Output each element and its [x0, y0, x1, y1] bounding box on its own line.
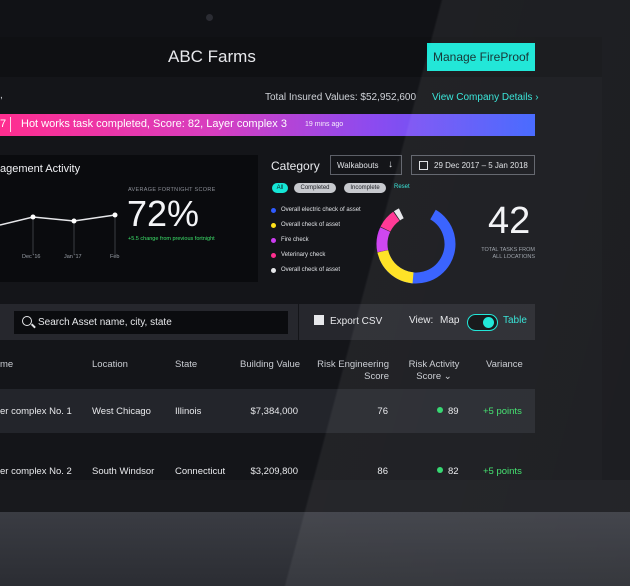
chevron-right-icon: › — [535, 92, 539, 103]
cell-variance: +5 points — [483, 466, 522, 477]
tick-label: Feb — [110, 254, 120, 260]
risk-activity-value: 89 — [448, 406, 459, 417]
filter-incomplete[interactable]: Incomplete — [344, 183, 386, 193]
legend-item: Fire check — [271, 237, 309, 244]
cell-state: Illinois — [175, 406, 202, 417]
status-dot — [437, 407, 443, 413]
legend-item: Veterinary check — [271, 252, 325, 259]
export-csv-button[interactable]: Export CSV — [314, 315, 382, 327]
chevron-down-icon: ⌄ — [443, 371, 452, 382]
legend-label: Veterinary check — [281, 252, 326, 258]
table-view-option[interactable]: Table — [503, 315, 527, 326]
legend-dot — [271, 222, 276, 228]
column-header-risk-activity[interactable]: Risk Activity Score ⌄ — [404, 359, 464, 383]
desk-surface — [0, 512, 630, 586]
map-table-toggle[interactable] — [467, 314, 498, 331]
risk-activity-label: Risk Activity Score — [408, 359, 460, 382]
device-scene: ABC Farms Manage FireProof , Total Insur… — [0, 0, 630, 586]
donut-segment-purple — [376, 204, 456, 284]
save-icon — [314, 315, 324, 325]
category-dropdown[interactable]: Walkabouts ↓ — [330, 155, 402, 175]
cell-name: er complex No. 1 — [0, 406, 72, 417]
engagement-activity-card: agement Activity AVERAGE FORTNIGHT SCORE… — [0, 155, 258, 282]
legend-dot — [271, 267, 276, 273]
risk-activity-value: 82 — [448, 466, 459, 477]
column-header-risk-engineering[interactable]: Risk Engineering Score — [315, 359, 389, 383]
toolbar-divider — [298, 304, 299, 340]
cell-state: Connecticut — [175, 466, 226, 477]
legend-item: Overall check of asset — [271, 222, 340, 229]
legend-label: Fire check — [281, 237, 309, 243]
export-csv-label: Export CSV — [330, 316, 383, 327]
search-icon — [22, 316, 32, 326]
legend-item: Overall electric check of asset — [271, 207, 361, 214]
filter-all[interactable]: All — [272, 183, 288, 193]
legend-label: Overall electric check of asset — [281, 207, 361, 213]
reset-filters-link[interactable]: Reset — [394, 184, 410, 190]
banner-time: 19 mins ago — [305, 121, 344, 128]
top-bar: ABC Farms Manage FireProof — [0, 37, 602, 77]
toggle-knob — [483, 317, 494, 328]
legend-item: Overall check of asset — [271, 267, 340, 274]
category-heading: Category — [271, 159, 320, 173]
total-tasks-label: TOTAL TASKS FROM ALL LOCATIONS — [481, 247, 535, 260]
cell-name: er complex No. 2 — [0, 466, 72, 477]
column-header-location[interactable]: Location — [92, 359, 128, 371]
column-header-state[interactable]: State — [175, 359, 197, 371]
search-placeholder: Search Asset name, city, state — [38, 317, 172, 328]
table-row[interactable]: er complex No. 2 South Windsor Connectic… — [0, 449, 535, 484]
table-toolbar: Search Asset name, city, state Export CS… — [0, 304, 535, 340]
view-company-details-label: View Company Details — [432, 92, 533, 103]
chart-point — [71, 218, 77, 224]
notification-banner[interactable]: 7 Hot works task completed, Score: 82, L… — [0, 114, 535, 136]
cell-risk-engineering: 76 — [377, 406, 388, 417]
cell-risk-activity: 89 — [437, 406, 459, 417]
category-dropdown-value: Walkabouts — [337, 161, 379, 170]
manage-fireproof-button[interactable]: Manage FireProof — [427, 43, 535, 71]
engagement-line — [0, 214, 116, 226]
cell-location: South Windsor — [92, 466, 155, 477]
legend-dot — [271, 207, 276, 213]
cell-building-value: $3,209,800 — [250, 466, 298, 477]
camera-icon — [206, 14, 213, 21]
legend-dot — [271, 252, 276, 258]
date-range-picker[interactable]: 29 Dec 2017 – 5 Jan 2018 — [411, 155, 535, 175]
legend-dot — [271, 237, 276, 243]
app-title: ABC Farms — [168, 47, 256, 66]
tick-label: Jan '17 — [64, 254, 82, 260]
column-header-variance[interactable]: Variance — [486, 359, 523, 371]
map-view-option[interactable]: Map — [440, 315, 459, 326]
chart-point — [112, 212, 118, 218]
total-insured-values: Total Insured Values: $52,952,600 — [265, 92, 417, 103]
chart-point — [30, 214, 36, 220]
banner-message: Hot works task completed, Score: 82, Lay… — [21, 118, 287, 130]
column-header-name[interactable]: me — [0, 359, 13, 371]
view-company-details-link[interactable]: View Company Details › — [432, 92, 539, 103]
score-change: +5.5 change from previous fortnight — [128, 236, 215, 242]
cell-variance: +5 points — [483, 406, 522, 417]
cell-location: West Chicago — [92, 406, 151, 417]
arrow-down-icon: ↓ — [388, 159, 393, 170]
legend-label: Overall check of asset — [281, 222, 341, 228]
table-row[interactable]: er complex No. 1 West Chicago Illinois $… — [0, 389, 535, 433]
total-tasks-value: 42 — [488, 200, 531, 242]
date-range-value: 29 Dec 2017 – 5 Jan 2018 — [434, 161, 528, 170]
banner-number: 7 — [0, 118, 7, 130]
category-donut-chart — [376, 204, 456, 284]
calendar-icon — [419, 161, 428, 170]
filter-completed[interactable]: Completed — [294, 183, 336, 193]
cell-building-value: $7,384,000 — [250, 406, 298, 417]
status-dot — [437, 467, 443, 473]
view-label: View: — [409, 315, 434, 326]
average-score-value: 72% — [127, 193, 200, 234]
legend-label: Overall check of asset — [281, 267, 341, 273]
banner-divider — [10, 117, 11, 132]
column-header-building-value[interactable]: Building Value — [240, 359, 300, 371]
cell-risk-activity: 82 — [437, 466, 459, 477]
search-input[interactable]: Search Asset name, city, state — [14, 311, 288, 334]
tick-label: Dec '16 — [22, 254, 41, 260]
cell-risk-engineering: 86 — [377, 466, 388, 477]
monitor-chin — [0, 480, 630, 512]
greeting-fragment: , — [0, 90, 3, 101]
